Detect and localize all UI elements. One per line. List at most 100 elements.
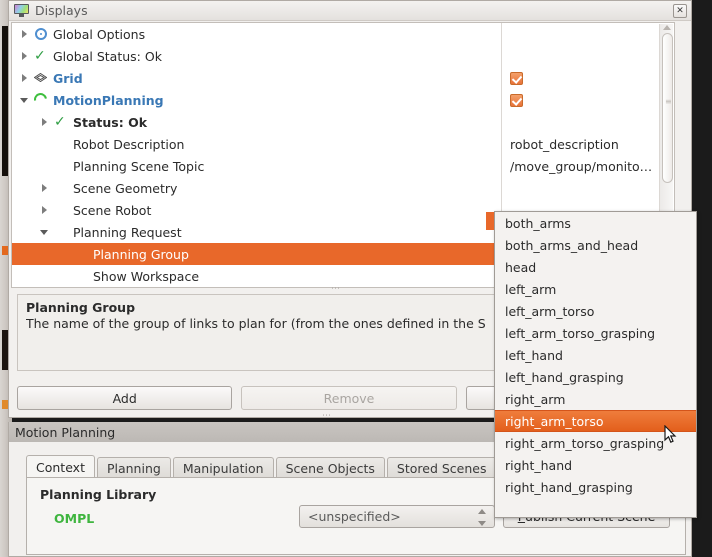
planning-group-dropdown[interactable]: both_arms both_arms_and_headhead left_arml… (494, 211, 697, 518)
dropdown-left-accent (486, 212, 494, 230)
tree-row-label: Planning Request (73, 224, 182, 240)
tab-scene-objects[interactable]: Scene Objects (275, 457, 385, 478)
tab-stored-scenes[interactable]: Stored Scenes (386, 457, 497, 478)
chevron-right-icon[interactable] (20, 51, 30, 61)
dropdown-item[interactable]: right_hand (495, 454, 696, 476)
display-monitor-icon (14, 4, 29, 17)
chevron-right-icon[interactable] (40, 117, 50, 127)
dropdown-item-label: right_hand_grasping (505, 479, 633, 495)
dropdown-item-label: both_arms (505, 215, 571, 231)
chevron-down-icon[interactable] (20, 95, 30, 105)
tree-row[interactable]: Planning Request (12, 221, 501, 243)
chevron-down-icon[interactable] (40, 227, 50, 237)
mouse-cursor-icon (664, 425, 677, 444)
checkbox-checked-icon[interactable] (510, 71, 523, 85)
dropdown-item[interactable]: left_hand_grasping (495, 366, 696, 388)
splitter-grip-dock[interactable]: ⋯ (322, 412, 344, 421)
chevron-right-icon[interactable] (40, 205, 50, 215)
none (53, 159, 69, 173)
dropdown-item[interactable]: head (495, 256, 696, 278)
tab-context[interactable]: Context (26, 455, 95, 478)
tab-planning[interactable]: Planning (96, 457, 171, 478)
dropdown-item[interactable]: left_arm (495, 278, 696, 300)
tree-row-label: MotionPlanning (53, 92, 164, 108)
none (53, 225, 69, 239)
dropdown-item-label: head (505, 259, 537, 275)
chevron-right-icon[interactable] (40, 183, 50, 193)
dropdown-item-label: left_arm (505, 281, 557, 297)
close-icon[interactable]: ✕ (673, 4, 687, 18)
dropdown-item-label: left_arm_torso (505, 303, 595, 319)
tree-row-label: Planning Scene Topic (73, 158, 205, 174)
tab-manipulation[interactable]: Manipulation (172, 457, 274, 478)
tree-value-empty (502, 23, 674, 45)
motion-planning-tabs: Context Planning Manipulation Scene Objects… (26, 455, 528, 478)
tree-row[interactable]: ✓ Global Status: Ok (12, 45, 501, 67)
add-button[interactable]: Add (17, 386, 233, 410)
panel-title: Displays (35, 3, 88, 18)
tree-row[interactable]: Show Workspace (12, 265, 501, 287)
dropdown-item[interactable]: right_hand_grasping (495, 476, 696, 498)
tree-row-label: Status: Ok (73, 114, 148, 130)
tree-value-text: robot_description (510, 136, 619, 152)
grid-visible-checkbox[interactable] (502, 67, 674, 89)
dropdown-item[interactable]: left_hand (495, 344, 696, 366)
tree-row-label: Global Status: Ok (53, 48, 162, 64)
scroll-up-arrow-icon[interactable] (663, 25, 671, 30)
planning-library-label: Planning Library (40, 487, 157, 502)
tree-row[interactable]: Query Start State (12, 287, 501, 288)
none (73, 247, 89, 261)
none (53, 203, 69, 217)
tree-row[interactable]: Planning Scene Topic (12, 155, 501, 177)
planning-scene-topic-value[interactable]: /move_group/monito… (502, 155, 674, 177)
motionplanning-visible-checkbox[interactable] (502, 89, 674, 111)
tree-row-selected[interactable]: Planning Group (12, 243, 501, 265)
tree-row[interactable]: Global Options (12, 23, 501, 45)
tree-value-text: /move_group/monito… (510, 158, 653, 174)
scrollbar-thumb[interactable] (662, 33, 673, 183)
tree-value-empty (502, 45, 674, 67)
tree-row[interactable]: Scene Geometry (12, 177, 501, 199)
tab-label: Manipulation (182, 460, 264, 476)
none (53, 137, 69, 151)
robot-description-value[interactable]: robot_description (502, 133, 674, 155)
tab-label: Planning (106, 460, 161, 476)
dropdown-item-label: left_hand (505, 347, 563, 363)
dropdown-item[interactable]: left_arm_torso (495, 300, 696, 322)
checkbox-checked-icon[interactable] (510, 93, 523, 107)
tab-label: Context (36, 459, 85, 475)
check-icon: ✓ (54, 114, 66, 130)
dropdown-item[interactable]: both_arms (495, 212, 696, 234)
dropdown-item[interactable]: both_arms_and_head (495, 234, 696, 256)
tab-label: Stored Scenes (396, 460, 487, 476)
tree-expander-placeholder (60, 249, 70, 259)
dropdown-item[interactable]: right_arm (495, 388, 696, 410)
tree-row-label: Global Options (53, 26, 146, 42)
chevron-right-icon[interactable] (20, 73, 30, 83)
tree-row-label: Scene Robot (73, 202, 152, 218)
dropdown-item-label: left_arm_torso_grasping (505, 325, 656, 341)
splitter-grip-top[interactable]: ⋯ (331, 285, 353, 294)
dropdown-item-label: right_arm_torso (505, 413, 604, 429)
dropdown-item-label: right_arm (505, 391, 566, 407)
dropdown-item-label: right_hand (505, 457, 573, 473)
tree-value-empty (502, 177, 674, 199)
gear-icon (33, 27, 49, 41)
tree-row[interactable]: Grid (12, 67, 501, 89)
tree-value-empty (502, 111, 674, 133)
tree-row[interactable]: Robot Description (12, 133, 501, 155)
tree-row-label: Grid (53, 70, 83, 86)
tree-row[interactable]: Scene Robot (12, 199, 501, 221)
dropdown-item[interactable]: left_arm_torso_grasping (495, 322, 696, 344)
planner-select[interactable]: <unspecified> (299, 505, 495, 528)
tree-expander-placeholder (60, 271, 70, 281)
tree-row[interactable]: MotionPlanning (12, 89, 501, 111)
chevron-right-icon[interactable] (20, 29, 30, 39)
spinner-arrows-icon[interactable] (478, 509, 487, 526)
ompl-label: OMPL (54, 511, 95, 526)
tree-row-label: Show Workspace (93, 268, 200, 284)
tree-row[interactable]: ✓ Status: Ok (12, 111, 501, 133)
check-icon: ✓ (34, 48, 46, 64)
tree-labels-column: Global Options ✓ Global Status: Ok Grid Moti… (12, 23, 501, 287)
dock-title-label: Motion Planning (15, 424, 116, 440)
